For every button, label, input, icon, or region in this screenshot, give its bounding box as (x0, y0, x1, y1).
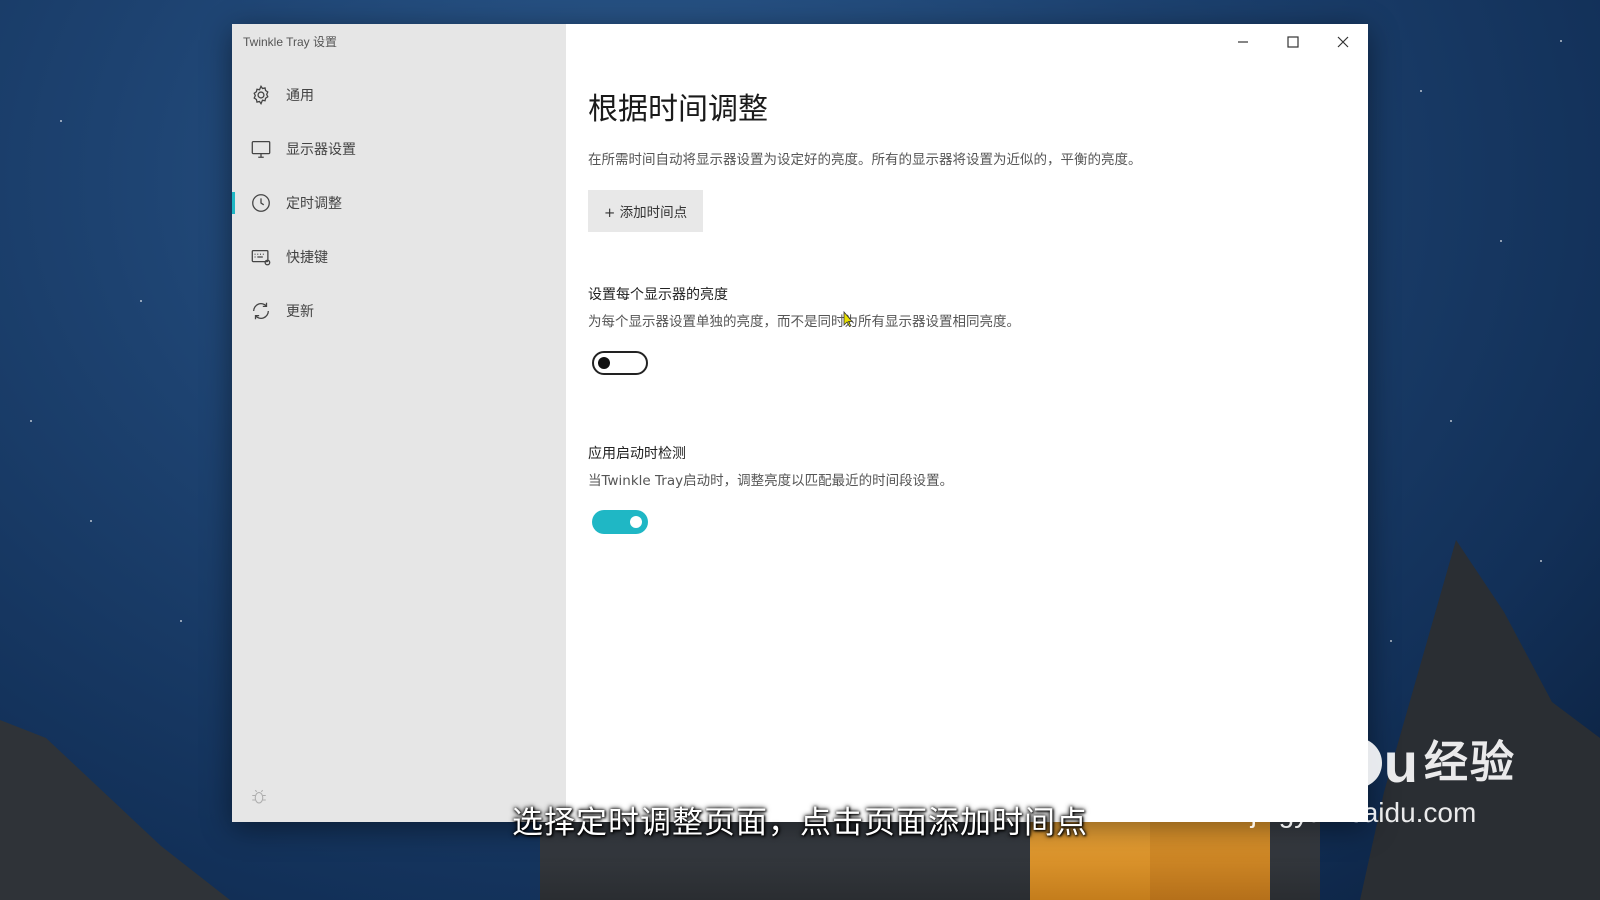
sidebar-item-updates[interactable]: 更新 (232, 284, 566, 338)
mouse-cursor-icon (843, 311, 853, 327)
sidebar: Twinkle Tray 设置 通用 显示器设置 定时调整 快捷键 更新 (232, 24, 566, 822)
refresh-icon (250, 300, 272, 322)
startup-check-section: 应用启动时检测 当Twinkle Tray启动时，调整亮度以匹配最近的时间段设置… (588, 443, 1348, 489)
add-time-button[interactable]: + 添加时间点 (588, 190, 704, 232)
toggle-knob (598, 357, 610, 369)
watermark-cn-text: 经验 (1424, 738, 1516, 787)
section-title: 设置每个显示器的亮度 (588, 287, 728, 303)
watermark-logo-text: Bai (1248, 731, 1332, 794)
startup-check-toggle[interactable] (592, 510, 648, 534)
watermark-url: jingyan.baidu.com (1250, 797, 1477, 828)
baidu-jingyan-watermark: Bai u 经验 jingyan.baidu.com (1249, 735, 1516, 829)
settings-window: Twinkle Tray 设置 通用 显示器设置 定时调整 快捷键 更新 根据时… (232, 24, 1368, 822)
sidebar-item-label: 定时调整 (286, 196, 342, 212)
section-description: 当Twinkle Tray启动时，调整亮度以匹配最近的时间段设置。 (588, 473, 954, 489)
section-title: 应用启动时检测 (588, 446, 686, 462)
watermark-logo-text: u (1383, 731, 1418, 794)
page-title: 根据时间调整 (588, 92, 768, 127)
sidebar-item-label: 快捷键 (286, 250, 328, 266)
time-adjust-content: 根据时间调整 在所需时间自动将显示器设置为设定好的亮度。所有的显示器将设置为近似… (588, 84, 1348, 232)
toggle-knob (630, 516, 642, 528)
maximize-icon (1287, 36, 1299, 48)
sidebar-item-monitors[interactable]: 显示器设置 (232, 122, 566, 176)
maximize-button[interactable] (1268, 24, 1318, 60)
window-title: Twinkle Tray 设置 (243, 35, 338, 49)
titlebar-controls (1218, 24, 1368, 60)
sidebar-nav: 通用 显示器设置 定时调整 快捷键 更新 (232, 68, 566, 338)
minimize-icon (1238, 41, 1248, 43)
sidebar-item-label: 更新 (286, 304, 314, 320)
close-icon (1337, 36, 1349, 48)
watermark-logo: Bai u 经验 (1249, 735, 1516, 791)
sidebar-item-hotkeys[interactable]: 快捷键 (232, 230, 566, 284)
sidebar-item-time-adjust[interactable]: 定时调整 (232, 176, 566, 230)
per-monitor-section: 设置每个显示器的亮度 为每个显示器设置单独的亮度，而不是同时为所有显示器设置相同… (588, 284, 1348, 330)
monitor-icon (250, 138, 272, 160)
gear-icon (250, 84, 272, 106)
minimize-button[interactable] (1218, 24, 1268, 60)
paw-icon (1331, 738, 1382, 788)
keyboard-icon (250, 246, 272, 268)
sidebar-item-general[interactable]: 通用 (232, 68, 566, 122)
close-button[interactable] (1318, 24, 1368, 60)
main-panel: 根据时间调整 在所需时间自动将显示器设置为设定好的亮度。所有的显示器将设置为近似… (566, 24, 1368, 822)
mountain-right (1360, 540, 1600, 900)
page-description: 在所需时间自动将显示器设置为设定好的亮度。所有的显示器将设置为近似的，平衡的亮度… (588, 152, 1142, 168)
sidebar-item-label: 显示器设置 (286, 142, 356, 158)
sidebar-item-label: 通用 (286, 88, 314, 104)
clock-icon (250, 192, 272, 214)
section-description: 为每个显示器设置单独的亮度，而不是同时为所有显示器设置相同亮度。 (588, 314, 1020, 330)
per-monitor-toggle[interactable] (592, 351, 648, 375)
